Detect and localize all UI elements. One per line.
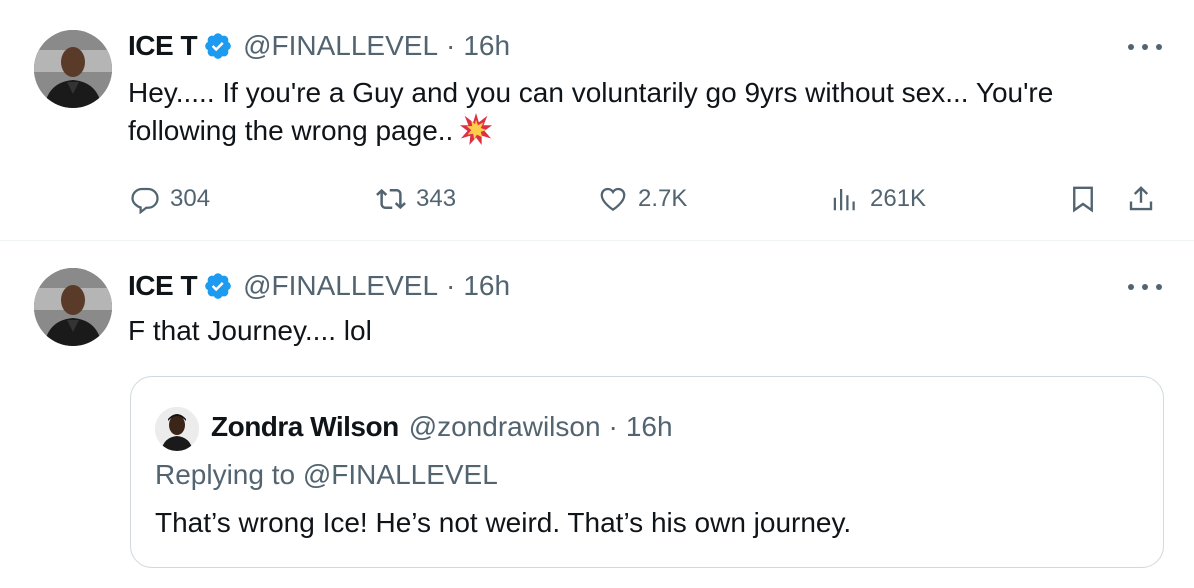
tweet-text: F that Journey.... lol (128, 315, 372, 346)
separator-dot: · (446, 30, 456, 61)
tweet-text: Hey..... If you're a Guy and you can vol… (128, 74, 1158, 150)
author-name[interactable]: ICE T (128, 270, 198, 302)
timestamp[interactable]: 16h (463, 270, 510, 302)
share-icon (1129, 186, 1153, 211)
separator-dot: · (446, 270, 456, 301)
collision-emoji (459, 112, 493, 146)
views-count: 261K (870, 185, 927, 212)
verified-badge-icon (203, 271, 233, 301)
verified-badge-icon (203, 31, 233, 61)
bookmark-button[interactable] (1068, 180, 1098, 218)
quote-timestamp[interactable]: 16h (626, 411, 673, 443)
reply-count: 304 (170, 185, 211, 212)
quote-author-name[interactable]: Zondra Wilson (211, 411, 399, 443)
tweet-actions: 304 343 2.7K 261K (128, 180, 1168, 218)
views-button[interactable]: 261K (830, 180, 926, 218)
more-icon[interactable] (1128, 282, 1162, 292)
author-handle[interactable]: @FINALLEVEL (243, 30, 438, 62)
bookmark-icon (1073, 186, 1093, 213)
avatar[interactable] (34, 30, 112, 108)
more-icon[interactable] (1128, 42, 1162, 52)
views-icon (833, 189, 855, 211)
retweet-count: 343 (416, 185, 457, 212)
tweet[interactable]: ICE T @FINALLEVEL · 16h F that Journey..… (0, 242, 1194, 588)
like-button[interactable]: 2.7K (598, 180, 687, 218)
tweet-header: ICE T @FINALLEVEL · 16h (128, 28, 510, 64)
tweet-text-body: Hey..... If you're a Guy and you can vol… (128, 77, 1054, 146)
timestamp[interactable]: 16h (463, 30, 510, 62)
quote-author-handle[interactable]: @zondrawilson (409, 411, 601, 443)
reply-button[interactable]: 304 (130, 180, 210, 218)
quote-avatar[interactable] (155, 407, 199, 451)
replying-to: Replying to @FINALLEVEL (155, 459, 498, 490)
quote-header: Zondra Wilson @zondrawilson · 16h (211, 407, 673, 447)
retweet-icon (376, 188, 406, 210)
reply-icon (131, 187, 159, 214)
like-icon (600, 187, 626, 211)
separator-dot: · (608, 411, 618, 442)
retweet-button[interactable]: 343 (376, 180, 456, 218)
author-name[interactable]: ICE T (128, 30, 198, 62)
tweet[interactable]: ICE T @FINALLEVEL · 16h Hey..... If you'… (0, 0, 1194, 241)
like-count: 2.7K (638, 185, 688, 212)
quoted-tweet[interactable]: Zondra Wilson @zondrawilson · 16h Replyi… (130, 376, 1164, 568)
avatar[interactable] (34, 268, 112, 346)
author-handle[interactable]: @FINALLEVEL (243, 270, 438, 302)
quote-text: That’s wrong Ice! He’s not weird. That’s… (155, 507, 852, 538)
tweet-header: ICE T @FINALLEVEL · 16h (128, 268, 510, 304)
share-button[interactable] (1126, 180, 1156, 218)
